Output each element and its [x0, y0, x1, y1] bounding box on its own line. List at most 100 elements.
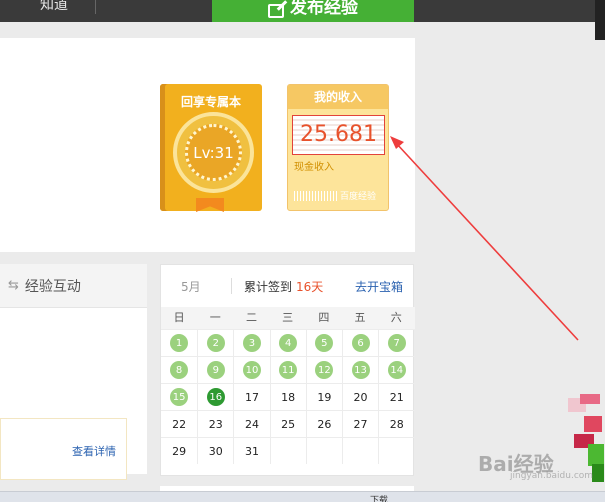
open-chest-link[interactable]: 去开宝箱 [355, 278, 403, 295]
calendar-day-cell[interactable]: 14 [378, 357, 414, 383]
download-status[interactable]: 下载 [370, 493, 388, 502]
interaction-panel: ⇆ 经验互动 查看详情 [0, 264, 147, 480]
edit-icon [268, 4, 284, 18]
calendar-day-cell[interactable]: 20 [341, 384, 378, 410]
calendar-day-cell[interactable]: 4 [269, 330, 306, 356]
calendar-day-cell[interactable]: 30 [197, 438, 233, 464]
weekday-label: 六 [390, 311, 402, 324]
day-number: 29 [172, 444, 187, 458]
calendar-week-row: 8 9 10 11 12 13 14 [161, 356, 415, 383]
day-number: 25 [281, 417, 296, 431]
sign-in-label: 累计签到 [244, 279, 293, 294]
signed-day-marker: 7 [387, 334, 406, 352]
calendar-day-cell [305, 438, 342, 464]
income-brand-label: 百度经验 [340, 192, 377, 202]
day-number: 31 [244, 444, 259, 458]
calendar-day-cell[interactable]: 10 [233, 357, 269, 383]
top-navigation-bar: 知道 发布经验 [0, 0, 605, 22]
calendar-day-cell [341, 438, 378, 464]
calendar-day-cell[interactable]: 23 [197, 411, 233, 437]
baidu-watermark-url: jingyan.baidu.com [510, 471, 594, 481]
scrollbar-edge [595, 0, 605, 40]
calendar-day-cell[interactable]: 27 [341, 411, 378, 437]
weekday-label: 二 [245, 311, 257, 324]
calendar-day-cell[interactable]: 8 [161, 357, 197, 383]
calendar-day-cell[interactable]: 13 [341, 357, 378, 383]
weekday-label: 四 [318, 311, 330, 324]
signed-day-marker: 10 [242, 361, 261, 379]
calendar-day-cell[interactable]: 18 [269, 384, 306, 410]
calendar-day-cell[interactable]: 19 [305, 384, 342, 410]
calendar-header: 5月 累计签到 16天 去开宝箱 [161, 265, 413, 307]
income-subtitle: 现金收入 [294, 162, 334, 173]
nav-zhidao-link[interactable]: 知道 [40, 0, 68, 14]
publish-button-label: 发布经验 [290, 0, 358, 18]
signed-day-marker: 15 [170, 388, 189, 406]
day-number: 24 [244, 417, 259, 431]
view-details-link[interactable]: 查看详情 [72, 443, 116, 459]
calendar-day-cell[interactable]: 9 [197, 357, 233, 383]
day-number: 21 [389, 390, 404, 404]
calendar-week-row: 15 16 17 18 19 20 21 [161, 383, 415, 410]
calendar-day-cell[interactable]: 31 [233, 438, 269, 464]
day-number: 18 [281, 390, 296, 404]
level-value: Lv:31 [193, 143, 234, 162]
calendar-day-cell[interactable]: 2 [197, 330, 233, 356]
calendar-day-cell[interactable]: 15 [161, 384, 197, 410]
annotation-arrow-line [395, 142, 579, 341]
interaction-tab-label: 经验互动 [24, 278, 81, 295]
level-badge-card[interactable]: 回享专属本 Lv:31 [160, 84, 262, 212]
calendar-day-cell[interactable]: 21 [378, 384, 414, 410]
day-number: 20 [353, 390, 368, 404]
calendar-day-cell[interactable]: 24 [233, 411, 269, 437]
calendar-day-cell[interactable]: 26 [305, 411, 342, 437]
browser-status-bar: 下载 [0, 491, 605, 502]
signed-day-marker: 8 [170, 361, 189, 379]
sticker-block-6 [592, 464, 604, 482]
calendar-day-cell[interactable]: 29 [161, 438, 197, 464]
level-card-title: 回享专属本 [180, 95, 241, 109]
sticker-block-2 [580, 394, 600, 404]
signed-day-marker: 13 [351, 361, 370, 379]
weekday-label: 日 [173, 311, 185, 324]
calendar-day-cell[interactable]: 25 [269, 411, 306, 437]
day-number: 28 [389, 417, 404, 431]
nav-separator [95, 0, 96, 14]
calendar-day-cell[interactable]: 22 [161, 411, 197, 437]
signed-day-marker: 11 [279, 361, 298, 379]
calendar-day-cell[interactable]: 11 [269, 357, 306, 383]
signed-day-marker: 4 [279, 334, 298, 352]
signed-day-marker: 3 [242, 334, 261, 352]
calendar-day-cell [378, 438, 414, 464]
signed-day-marker: 9 [206, 361, 225, 379]
sign-in-calendar: 5月 累计签到 16天 去开宝箱 日一二三四五六 1 2 3 4 5 6 7 8 9 10 11 12… [160, 264, 415, 476]
calendar-weekday-row: 日一二三四五六 [161, 307, 415, 329]
calendar-month: 5月 [181, 279, 201, 294]
weekday-label: 五 [354, 311, 366, 324]
calendar-day-cell[interactable]: 5 [305, 330, 342, 356]
calendar-day-cell[interactable]: 16 [197, 384, 233, 410]
calendar-day-cell [269, 438, 306, 464]
day-number: 17 [244, 390, 259, 404]
income-card-brand: 百度经验 [294, 189, 376, 202]
signed-day-marker: 1 [170, 334, 189, 352]
calendar-day-cell[interactable]: 7 [378, 330, 414, 356]
day-number: 30 [208, 444, 223, 458]
calendar-day-cell[interactable]: 17 [233, 384, 269, 410]
calendar-week-row: 1234567 [161, 329, 415, 356]
calendar-day-cell[interactable]: 1 [161, 330, 197, 356]
publish-experience-button[interactable]: 发布经验 [212, 0, 414, 22]
calendar-day-cell[interactable]: 6 [341, 330, 378, 356]
signed-day-marker: 14 [387, 361, 406, 379]
header-divider [231, 278, 232, 294]
interaction-detail-box: 查看详情 [0, 418, 127, 480]
income-card-title: 我的收入 [288, 85, 388, 109]
income-card[interactable]: 我的收入 25.681 现金收入 百度经验 [287, 84, 389, 211]
calendar-week-row: 22 23 24 25 26 27 28 [161, 410, 415, 437]
calendar-day-cell[interactable]: 28 [378, 411, 414, 437]
weekday-label: 三 [282, 311, 294, 324]
signed-day-marker: 12 [315, 361, 334, 379]
calendar-day-cell[interactable]: 12 [305, 357, 342, 383]
tab-experience-interaction[interactable]: ⇆ 经验互动 [0, 264, 147, 308]
calendar-day-cell[interactable]: 3 [233, 330, 269, 356]
